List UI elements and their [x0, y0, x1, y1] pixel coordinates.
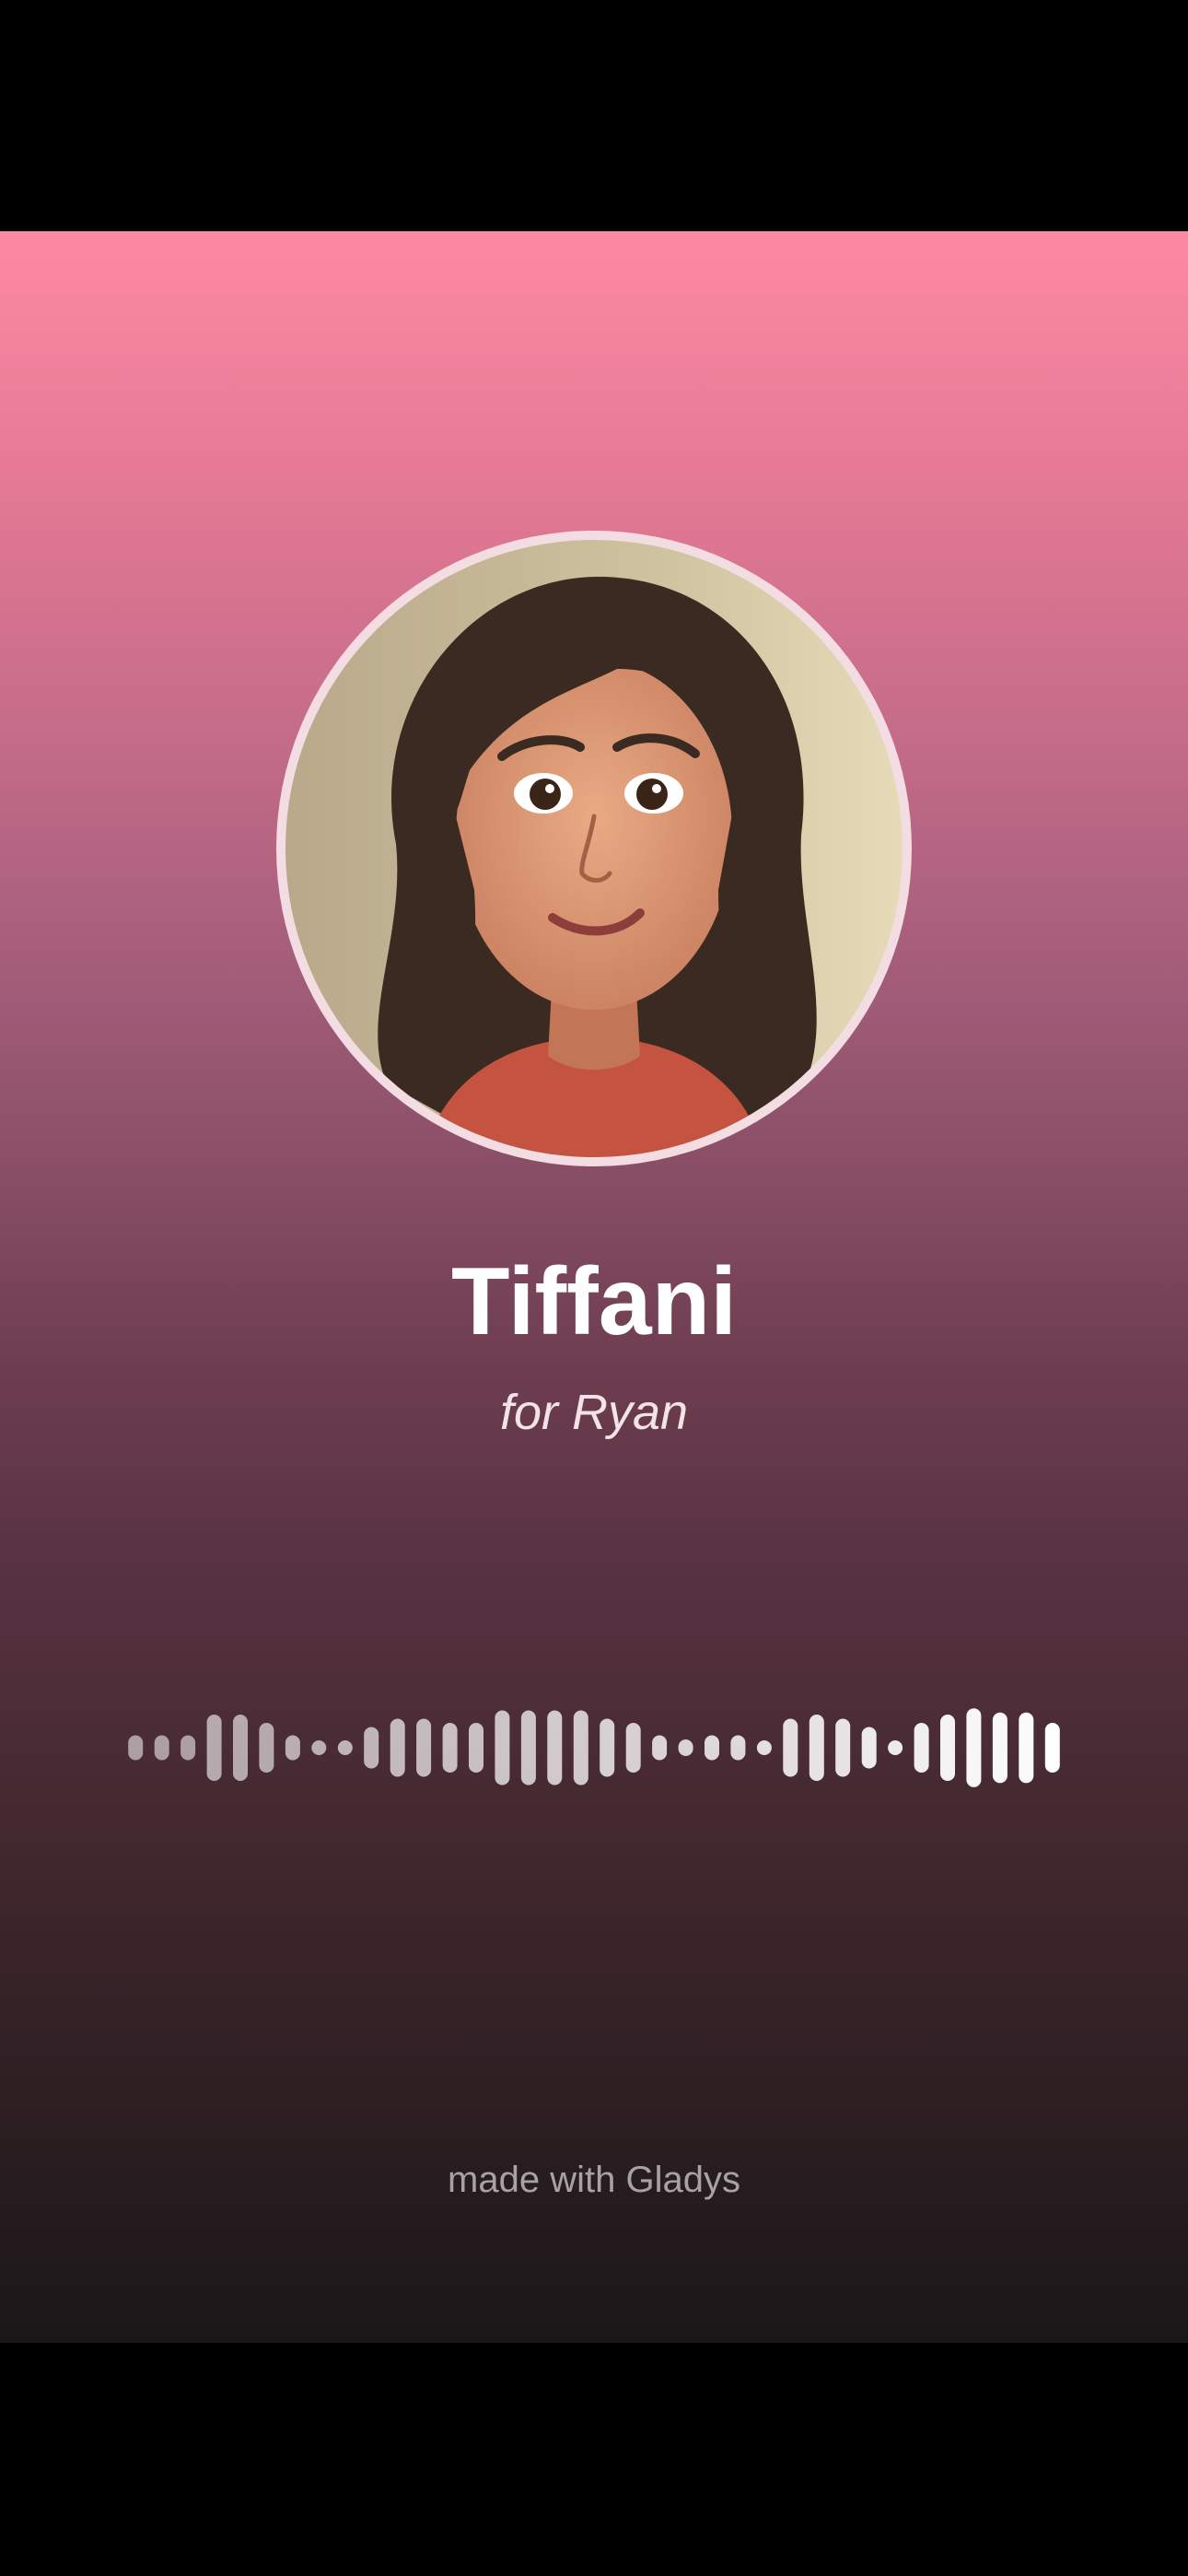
waveform-bar [520, 1710, 536, 1786]
screen: Tiffani for Ryan made with Gladys [0, 0, 1188, 2576]
waveform-bar [652, 1735, 668, 1761]
waveform-bar [259, 1723, 274, 1773]
audio-waveform[interactable] [122, 1706, 1066, 1789]
waveform-bar [181, 1735, 196, 1761]
waveform-bar [154, 1735, 169, 1761]
waveform-bar [992, 1712, 1007, 1784]
waveform-bar [469, 1723, 483, 1773]
waveform-bar [705, 1735, 719, 1761]
waveform-bar [861, 1727, 877, 1769]
waveform-bar [730, 1735, 746, 1761]
recipient-subtitle: for Ryan [499, 1385, 689, 1440]
avatar-ring [276, 531, 912, 1166]
waveform-bar [940, 1715, 955, 1781]
waveform-bar [337, 1740, 353, 1755]
waveform-bar [233, 1715, 248, 1781]
waveform-bar [573, 1710, 588, 1786]
letterbox-bottom [0, 2343, 1188, 2576]
waveform-bar [547, 1710, 563, 1786]
contact-name: Tiffani [450, 1248, 738, 1355]
waveform-bar [1044, 1723, 1060, 1773]
voice-card: Tiffani for Ryan made with Gladys [0, 231, 1188, 2343]
waveform-bar [756, 1740, 772, 1755]
waveform-bar [416, 1718, 432, 1777]
waveform-bar [206, 1715, 222, 1781]
waveform-bar [888, 1740, 903, 1755]
waveform-bar [285, 1735, 300, 1761]
made-with-footer: made with Gladys [448, 2160, 740, 2200]
waveform-bar [364, 1727, 379, 1769]
waveform-bar [625, 1723, 641, 1773]
waveform-bar [128, 1735, 144, 1761]
waveform-bar [600, 1718, 615, 1777]
waveform-bar [809, 1715, 824, 1781]
waveform-bar [311, 1740, 327, 1755]
waveform-bar [1019, 1712, 1034, 1784]
waveform-bar [495, 1710, 510, 1786]
waveform-bar [966, 1708, 982, 1787]
waveform-bar [390, 1718, 405, 1777]
waveform-bar [783, 1718, 798, 1777]
waveform-bar [442, 1723, 458, 1773]
waveform-bar [914, 1723, 929, 1773]
avatar [285, 540, 903, 1157]
letterbox-top [0, 0, 1188, 231]
waveform-bar [835, 1718, 851, 1777]
waveform-bar [678, 1739, 693, 1756]
